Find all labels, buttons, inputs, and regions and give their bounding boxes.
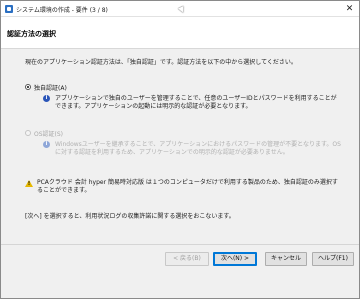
app-icon xyxy=(5,5,13,13)
wizard-content: 現在のアプリケーション認証方法は、「独自認証」です。認証方法を以下の中から選択し… xyxy=(1,50,359,272)
warning-text: PCAクラウド 会計 hyper 簡易時対応版 は１つのコンピュータだけで利用す… xyxy=(37,179,338,194)
option-label-os-auth[interactable]: OS認証(S) xyxy=(34,129,63,138)
wizard-window: システム環境の作成 - 要件 (3 / 8) ✕ 認証方法の選択 現在のアプリケ… xyxy=(0,0,360,299)
intro-text: 現在のアプリケーション認証方法は、「独自認証」です。認証方法を以下の中から選択し… xyxy=(25,59,297,66)
help-button[interactable]: ヘルプ(F1) xyxy=(312,252,354,266)
option-description-independent-auth: アプリケーションで独自のユーザーを管理することで、任意のユーザーIDとパスワード… xyxy=(55,95,337,110)
radio-os-auth[interactable] xyxy=(25,130,31,136)
info-icon: i xyxy=(43,141,50,148)
option-description-os-auth: Windowsユーザーを継承することで、アプリケーションにおけるパスワードの管理… xyxy=(55,141,341,156)
radio-independent-auth[interactable] xyxy=(25,84,31,90)
window-title: システム環境の作成 - 要件 (3 / 8) xyxy=(16,7,108,14)
info-icon: i xyxy=(43,95,50,102)
title-bar: システム環境の作成 - 要件 (3 / 8) ✕ xyxy=(1,1,359,17)
mouse-cursor-icon xyxy=(178,6,186,14)
next-button[interactable]: 次へ(N) > xyxy=(213,252,257,266)
back-button[interactable]: < 戻る(B) xyxy=(165,252,209,266)
wizard-header: 認証方法の選択 xyxy=(1,17,359,49)
option-label-independent-auth[interactable]: 独自認証(A) xyxy=(34,83,67,92)
close-button[interactable]: ✕ xyxy=(344,4,355,14)
cancel-button[interactable]: キャンセル xyxy=(265,252,307,266)
page-title: 認証方法の選択 xyxy=(7,30,56,38)
next-step-note: [次へ] を選択すると、利用状況ログの収集許諾に関する選択をおこないます。 xyxy=(25,213,235,220)
warning-mark: ! xyxy=(27,181,31,187)
footer-divider xyxy=(1,244,359,245)
